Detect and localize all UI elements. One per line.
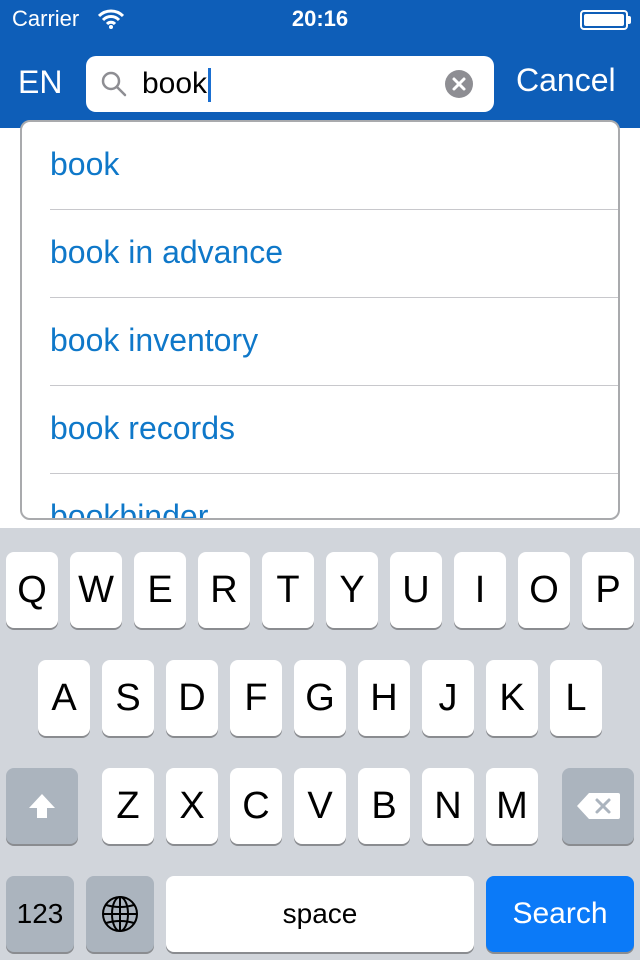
- key-l[interactable]: L: [550, 660, 602, 736]
- search-field[interactable]: book: [86, 56, 494, 112]
- search-input-text: book: [142, 67, 208, 100]
- key-i[interactable]: I: [454, 552, 506, 628]
- search-icon: [101, 71, 127, 97]
- suggestion-label: book: [50, 146, 120, 182]
- key-r[interactable]: R: [198, 552, 250, 628]
- shift-icon: [29, 794, 55, 818]
- space-key[interactable]: space: [166, 876, 474, 952]
- key-b[interactable]: B: [358, 768, 410, 844]
- suggestion-item[interactable]: book in advance: [50, 210, 618, 298]
- suggestion-item[interactable]: book: [50, 122, 618, 210]
- suggestion-item[interactable]: book records: [50, 386, 618, 474]
- backspace-key[interactable]: [562, 768, 634, 844]
- keyboard: Q W E R T Y U I O P A S D F G H J K L Z …: [0, 528, 640, 960]
- suggestion-label: book inventory: [50, 322, 259, 358]
- shift-key[interactable]: [6, 768, 78, 844]
- key-u[interactable]: U: [390, 552, 442, 628]
- key-j[interactable]: J: [422, 660, 474, 736]
- backspace-icon: [577, 793, 620, 819]
- key-w[interactable]: W: [70, 552, 122, 628]
- key-o[interactable]: O: [518, 552, 570, 628]
- header: Carrier 20:16 EN book Cancel: [0, 0, 640, 128]
- key-x[interactable]: X: [166, 768, 218, 844]
- suggestion-label: book in advance: [50, 234, 284, 270]
- suggestions-list: book book in advance book inventory book…: [20, 120, 620, 520]
- suggestion-item[interactable]: bookbinder: [50, 474, 618, 520]
- globe-key[interactable]: [86, 876, 154, 952]
- language-button[interactable]: EN: [18, 64, 62, 101]
- key-n[interactable]: N: [422, 768, 474, 844]
- key-c[interactable]: C: [230, 768, 282, 844]
- suggestion-item[interactable]: book inventory: [50, 298, 618, 386]
- key-d[interactable]: D: [166, 660, 218, 736]
- search-input[interactable]: book: [142, 56, 212, 112]
- clear-icon[interactable]: [445, 70, 473, 98]
- status-bar: Carrier 20:16: [0, 0, 640, 40]
- key-a[interactable]: A: [38, 660, 90, 736]
- key-p[interactable]: P: [582, 552, 634, 628]
- key-q[interactable]: Q: [6, 552, 58, 628]
- key-z[interactable]: Z: [102, 768, 154, 844]
- key-g[interactable]: G: [294, 660, 346, 736]
- suggestion-label: bookbinder: [50, 498, 209, 520]
- key-k[interactable]: K: [486, 660, 538, 736]
- key-t[interactable]: T: [262, 552, 314, 628]
- key-y[interactable]: Y: [326, 552, 378, 628]
- numbers-key[interactable]: 123: [6, 876, 74, 952]
- suggestion-label: book records: [50, 410, 235, 446]
- battery-icon: [580, 10, 628, 30]
- key-e[interactable]: E: [134, 552, 186, 628]
- clock: 20:16: [291, 6, 349, 31]
- key-v[interactable]: V: [294, 768, 346, 844]
- globe-icon: [102, 896, 138, 932]
- key-m[interactable]: M: [486, 768, 538, 844]
- text-caret: [208, 68, 212, 103]
- key-s[interactable]: S: [102, 660, 154, 736]
- key-f[interactable]: F: [230, 660, 282, 736]
- cancel-button[interactable]: Cancel: [516, 62, 616, 99]
- battery-tip: [628, 16, 631, 24]
- search-key[interactable]: Search: [486, 876, 634, 952]
- key-h[interactable]: H: [358, 660, 410, 736]
